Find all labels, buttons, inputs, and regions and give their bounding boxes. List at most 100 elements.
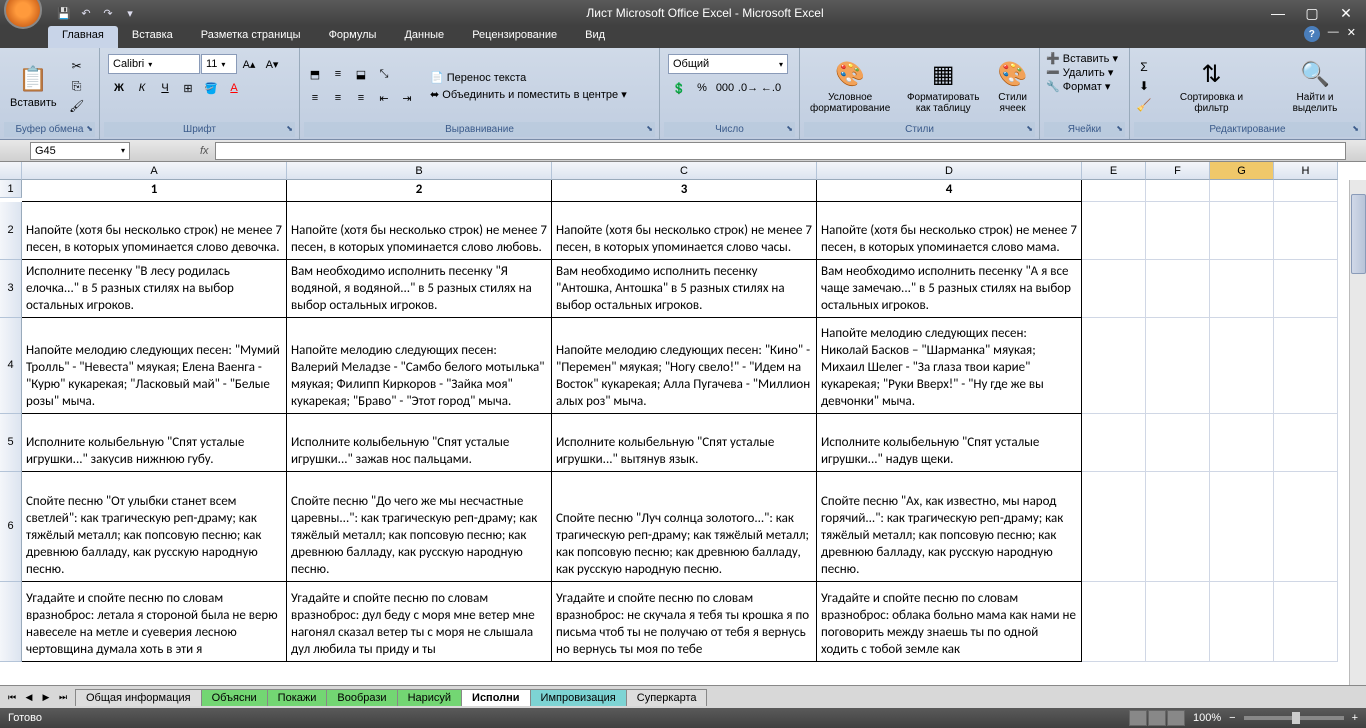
cell-D6[interactable]: Спойте песню "Ах, как известно, мы народ…	[817, 472, 1082, 582]
cell-A1[interactable]: 1	[22, 180, 287, 202]
row-3[interactable]: 3	[0, 260, 22, 318]
cell-B2[interactable]: Напойте (хотя бы несколько строк) не мен…	[287, 202, 552, 260]
view-layout-icon[interactable]	[1148, 710, 1166, 726]
cut-icon[interactable]: ✂	[67, 57, 87, 75]
tab-data[interactable]: Данные	[390, 26, 458, 48]
cell-D2[interactable]: Напойте (хотя бы несколько строк) не мен…	[817, 202, 1082, 260]
col-F[interactable]: F	[1146, 162, 1210, 180]
underline-button[interactable]: Ч	[154, 78, 176, 98]
font-name-combo[interactable]: Calibri▾	[108, 54, 200, 74]
comma-icon[interactable]: 000	[714, 78, 736, 98]
cell-A7[interactable]: Угадайте и спойте песню по словам вразно…	[22, 582, 287, 662]
sheet-tab[interactable]: Объясни	[201, 689, 268, 706]
office-button[interactable]	[4, 0, 42, 29]
cell-D5[interactable]: Исполните колыбельную "Спят усталые игру…	[817, 414, 1082, 472]
clear-icon[interactable]: 🧹	[1134, 96, 1154, 114]
autosum-icon[interactable]: Σ	[1134, 58, 1154, 76]
close-button[interactable]: ✕	[1338, 5, 1354, 21]
row-6[interactable]: 6	[0, 472, 22, 582]
formula-bar[interactable]	[215, 142, 1346, 160]
cell-D4[interactable]: Напойте мелодию следующих песен: Николай…	[817, 318, 1082, 414]
format-table-button[interactable]: ▦Форматировать как таблицу	[900, 56, 986, 116]
insert-cells-button[interactable]: ➕ Вставить ▾	[1046, 52, 1123, 65]
row-5[interactable]: 5	[0, 414, 22, 472]
tab-view[interactable]: Вид	[571, 26, 619, 48]
name-box[interactable]: G45▾	[30, 142, 130, 160]
col-D[interactable]: D	[817, 162, 1082, 180]
cell-A2[interactable]: Напойте (хотя бы несколько строк) не мен…	[22, 202, 287, 260]
percent-icon[interactable]: %	[691, 78, 713, 98]
align-left-icon[interactable]: ≡	[304, 88, 326, 108]
inc-decimal-icon[interactable]: .0→	[737, 78, 759, 98]
border-button[interactable]: ⊞	[177, 78, 199, 98]
sort-filter-button[interactable]: ⇅Сортировка и фильтр	[1158, 56, 1265, 116]
italic-button[interactable]: К	[131, 78, 153, 98]
tab-nav-first-icon[interactable]: ⏮	[4, 689, 20, 705]
cell-D3[interactable]: Вам необходимо исполнить песенку "А я вс…	[817, 260, 1082, 318]
cell-C4[interactable]: Напойте мелодию следующих песен: "Кино" …	[552, 318, 817, 414]
sheet-tab[interactable]: Вообрази	[326, 689, 397, 706]
sheet-tab[interactable]: Покажи	[267, 689, 328, 706]
align-middle-icon[interactable]: ≡	[327, 64, 349, 84]
cell-C1[interactable]: 3	[552, 180, 817, 202]
cell-B5[interactable]: Исполните колыбельную "Спят усталые игру…	[287, 414, 552, 472]
minimize-button[interactable]: —	[1270, 5, 1286, 21]
align-top-icon[interactable]: ⬒	[304, 64, 326, 84]
qat-more-icon[interactable]: ▾	[120, 3, 140, 23]
sheet-tab-active[interactable]: Исполни	[461, 689, 531, 706]
tab-review[interactable]: Рецензирование	[458, 26, 571, 48]
orientation-icon[interactable]: ⤡	[373, 64, 395, 84]
tab-formulas[interactable]: Формулы	[315, 26, 391, 48]
row-2[interactable]: 2	[0, 202, 22, 260]
merge-button[interactable]: ⬌ Объединить и поместить в центре ▾	[430, 88, 627, 101]
shrink-font-icon[interactable]: A▾	[261, 54, 283, 74]
align-center-icon[interactable]: ≡	[327, 88, 349, 108]
zoom-in-icon[interactable]: +	[1352, 712, 1358, 724]
tab-nav-prev-icon[interactable]: ◀	[21, 689, 37, 705]
col-B[interactable]: B	[287, 162, 552, 180]
col-G[interactable]: G	[1210, 162, 1274, 180]
help-icon[interactable]: ?	[1304, 26, 1320, 42]
spreadsheet-grid[interactable]: A B C D E F G H 1 1 2 3 4 2 Напойте (хот…	[0, 162, 1366, 662]
cell-C7[interactable]: Угадайте и спойте песню по словам вразно…	[552, 582, 817, 662]
row-7[interactable]	[0, 582, 22, 662]
wrap-text-button[interactable]: 📄 Перенос текста	[430, 71, 627, 84]
select-all[interactable]	[0, 162, 22, 180]
fx-icon[interactable]: fx	[200, 145, 209, 157]
ribbon-close-icon[interactable]: ✕	[1347, 26, 1356, 48]
tab-nav-next-icon[interactable]: ▶	[38, 689, 54, 705]
sheet-tab[interactable]: Импровизация	[530, 689, 627, 706]
tab-layout[interactable]: Разметка страницы	[187, 26, 315, 48]
cell-A4[interactable]: Напойте мелодию следующих песен: "Мумий …	[22, 318, 287, 414]
col-E[interactable]: E	[1082, 162, 1146, 180]
copy-icon[interactable]: ⎘	[67, 77, 87, 95]
dec-decimal-icon[interactable]: ←.0	[760, 78, 782, 98]
sheet-tab[interactable]: Нарисуй	[397, 689, 462, 706]
align-bottom-icon[interactable]: ⬓	[350, 64, 372, 84]
save-icon[interactable]: 💾	[54, 3, 74, 23]
cell-C6[interactable]: Спойте песню "Луч солнца золотого...": к…	[552, 472, 817, 582]
view-break-icon[interactable]	[1167, 710, 1185, 726]
cell-C5[interactable]: Исполните колыбельную "Спят усталые игру…	[552, 414, 817, 472]
find-select-button[interactable]: 🔍Найти и выделить	[1269, 56, 1361, 116]
undo-icon[interactable]: ↶	[76, 3, 96, 23]
cond-format-button[interactable]: 🎨Условное форматирование	[804, 56, 896, 116]
cell-D1[interactable]: 4	[817, 180, 1082, 202]
fill-color-button[interactable]: 🪣	[200, 78, 222, 98]
col-A[interactable]: A	[22, 162, 287, 180]
tab-nav-last-icon[interactable]: ⏭	[55, 689, 71, 705]
number-format-combo[interactable]: Общий▾	[668, 54, 788, 74]
cell-A6[interactable]: Спойте песню "От улыбки станет всем свет…	[22, 472, 287, 582]
zoom-out-icon[interactable]: −	[1229, 712, 1235, 724]
view-normal-icon[interactable]	[1129, 710, 1147, 726]
col-H[interactable]: H	[1274, 162, 1338, 180]
cell-A5[interactable]: Исполните колыбельную "Спят усталые игру…	[22, 414, 287, 472]
cell-B6[interactable]: Спойте песню "До чего же мы несчастные ц…	[287, 472, 552, 582]
ribbon-minimize-icon[interactable]: —	[1328, 26, 1339, 48]
col-C[interactable]: C	[552, 162, 817, 180]
sheet-tab[interactable]: Общая информация	[75, 689, 202, 706]
fill-icon[interactable]: ⬇	[1134, 77, 1154, 95]
maximize-button[interactable]: ▢	[1304, 5, 1320, 21]
grow-font-icon[interactable]: A▴	[238, 54, 260, 74]
cell-A3[interactable]: Исполните песенку "В лесу родилась елочк…	[22, 260, 287, 318]
